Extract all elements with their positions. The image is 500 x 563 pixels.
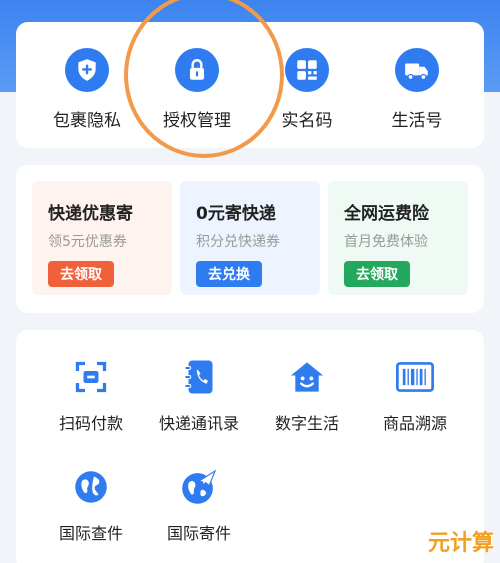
shield-plus-icon xyxy=(65,48,109,92)
service-international-shipping[interactable]: 国际寄件 xyxy=(144,466,254,544)
service-scan-pay[interactable]: 扫码付款 xyxy=(36,356,146,434)
promo-card: 快递优惠寄 领5元优惠券 去领取 0元寄快递 积分兑快递券 去兑换 全网运费险 … xyxy=(16,165,484,313)
quick-action-life-account[interactable]: 生活号 xyxy=(362,48,472,131)
quick-action-label: 实名码 xyxy=(281,111,333,131)
promo-title: 全网运费险 xyxy=(344,204,429,224)
promo-subtitle: 首月免费体验 xyxy=(344,234,428,250)
service-label: 扫码付款 xyxy=(58,414,123,433)
grid-code-icon xyxy=(285,48,329,92)
service-express-contacts[interactable]: 快递通讯录 xyxy=(144,356,254,434)
quick-action-label: 授权管理 xyxy=(163,111,231,131)
globe-icon xyxy=(70,466,112,508)
services-card: 扫码付款 快递通讯录 数字生活 商品溯源 国际查件 国际寄件 xyxy=(16,330,484,563)
service-label: 快递通讯录 xyxy=(158,414,239,433)
promo-title: 快递优惠寄 xyxy=(48,204,133,224)
promo-claim-button[interactable]: 去领取 xyxy=(48,261,114,287)
truck-icon xyxy=(395,48,439,92)
promo-redeem-button[interactable]: 去兑换 xyxy=(196,261,262,287)
quick-action-real-name-code[interactable]: 实名码 xyxy=(252,48,362,131)
service-international-tracking[interactable]: 国际查件 xyxy=(36,466,146,544)
quick-action-label: 包裹隐私 xyxy=(53,111,121,131)
quick-actions-card: 包裹隐私 授权管理 实名码 生活号 xyxy=(16,22,484,148)
contacts-phone-icon xyxy=(178,356,220,398)
promo-discount[interactable]: 快递优惠寄 领5元优惠券 去领取 xyxy=(32,181,172,295)
service-label: 国际寄件 xyxy=(166,524,231,543)
quick-action-authorization[interactable]: 授权管理 xyxy=(142,48,252,131)
service-label: 数字生活 xyxy=(274,414,339,433)
barcode-icon xyxy=(394,356,436,398)
smile-house-icon xyxy=(286,356,328,398)
quick-action-package-privacy[interactable]: 包裹隐私 xyxy=(32,48,142,131)
service-label: 国际查件 xyxy=(58,524,123,543)
globe-plane-icon xyxy=(178,466,220,508)
promo-subtitle: 积分兑快递券 xyxy=(196,234,280,250)
service-product-traceability[interactable]: 商品溯源 xyxy=(360,356,470,434)
promo-subtitle: 领5元优惠券 xyxy=(48,234,127,250)
promo-shipping-insurance[interactable]: 全网运费险 首月免费体验 去领取 xyxy=(328,181,468,295)
promo-title: 0元寄快递 xyxy=(196,204,276,224)
quick-action-label: 生活号 xyxy=(391,111,443,131)
promo-free-shipping[interactable]: 0元寄快递 积分兑快递券 去兑换 xyxy=(180,181,320,295)
service-digital-life[interactable]: 数字生活 xyxy=(252,356,362,434)
lock-icon xyxy=(175,48,219,92)
promo-claim-button[interactable]: 去领取 xyxy=(344,261,410,287)
watermark: 元计算 xyxy=(427,531,494,556)
scan-pay-icon xyxy=(70,356,112,398)
service-label: 商品溯源 xyxy=(382,414,447,433)
